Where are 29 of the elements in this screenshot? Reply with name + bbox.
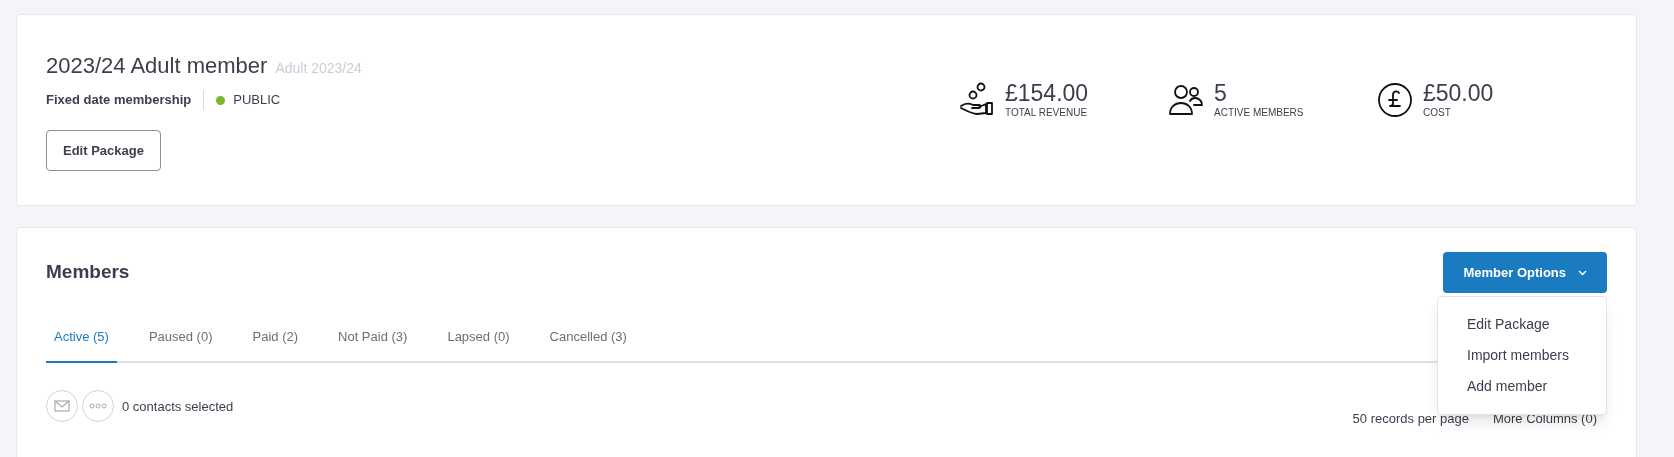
stat-value: £154.00 <box>1005 80 1089 106</box>
filter-tab[interactable]: Cancelled (3) <box>541 327 635 361</box>
filter-tab[interactable]: Lapsed (0) <box>439 327 518 361</box>
edit-package-button[interactable]: Edit Package <box>46 129 161 171</box>
stat-value: £50.00 <box>1423 80 1494 106</box>
chevron-down-icon <box>1578 269 1587 276</box>
stat-value: 5 <box>1214 80 1228 106</box>
filter-tab[interactable]: Active (5) <box>46 327 117 363</box>
stat-label: TOTAL REVENUE <box>1005 106 1089 120</box>
filter-tab[interactable]: Not Paid (3) <box>330 327 416 361</box>
membership-type: Fixed date membership <box>46 90 205 110</box>
visibility-label: PUBLIC <box>233 91 281 110</box>
selection-count: 0 contacts selected <box>122 397 234 416</box>
mail-icon <box>54 400 70 413</box>
filter-tab[interactable]: Paused (0) <box>140 327 221 361</box>
hand-coins-icon <box>959 82 995 118</box>
stat-label: COST <box>1423 106 1452 120</box>
records-per-page-dropdown[interactable]: 50 records per page <box>1352 408 1469 428</box>
ellipsis-icon <box>89 403 107 410</box>
menu-item[interactable]: Add member <box>1438 371 1606 402</box>
member-options-button[interactable]: Member Options <box>1443 252 1607 293</box>
stat-label: ACTIVE MEMBERS <box>1214 106 1304 120</box>
menu-item[interactable]: Edit Package <box>1438 309 1606 340</box>
package-title: 2023/24 Adult member <box>46 52 268 81</box>
menu-item[interactable]: Import members <box>1438 340 1606 371</box>
pound-coin-icon <box>1377 82 1413 118</box>
filter-tab[interactable]: Paid (2) <box>244 327 307 361</box>
section-title: Members <box>46 260 130 285</box>
users-icon <box>1168 82 1204 118</box>
